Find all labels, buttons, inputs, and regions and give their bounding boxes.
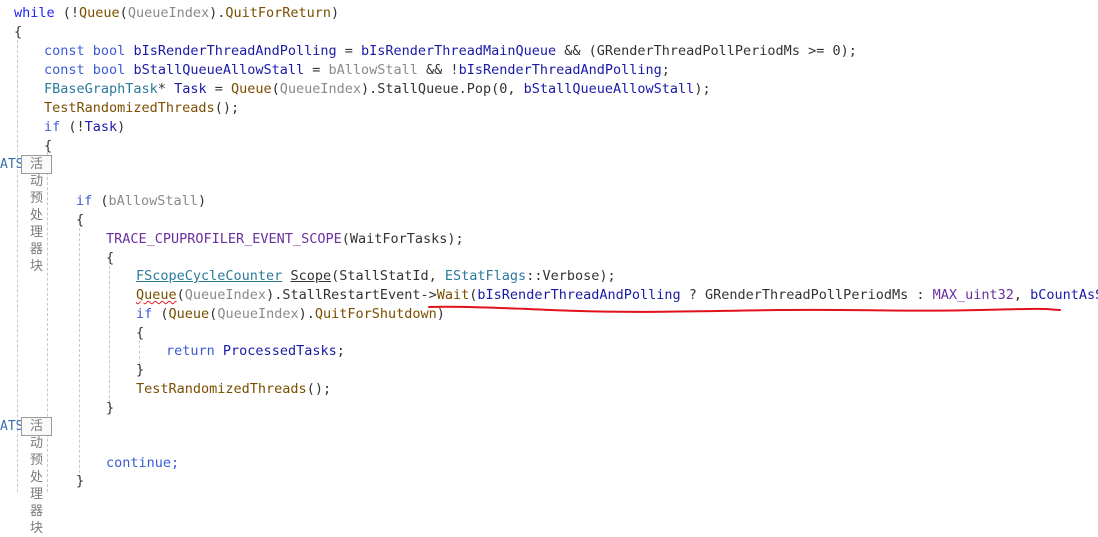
red-annotation-underline <box>428 305 1061 313</box>
code-editor[interactable]: while (!Queue(QueueIndex).QuitForReturn)… <box>0 0 1098 536</box>
red-annotation-stroke <box>428 305 1061 313</box>
